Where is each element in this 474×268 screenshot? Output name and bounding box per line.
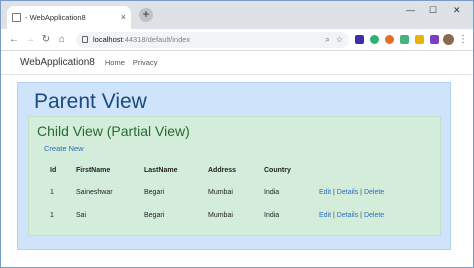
header-address: Address xyxy=(208,166,237,174)
home-icon[interactable]: ⌂ xyxy=(54,34,70,45)
forward-arrow-icon[interactable]: → xyxy=(22,34,38,45)
create-new-link[interactable]: Create New xyxy=(44,144,84,153)
cell-lastname: Begari xyxy=(144,212,165,219)
action-separator: | xyxy=(333,189,335,196)
action-separator: | xyxy=(360,189,362,196)
edit-link[interactable]: Edit xyxy=(319,189,331,196)
reload-icon[interactable]: ↻ xyxy=(38,34,54,45)
cell-id: 1 xyxy=(50,212,54,219)
extension-5-icon[interactable] xyxy=(415,35,424,44)
new-tab-button[interactable]: + xyxy=(139,8,153,22)
child-view-panel: Child View (Partial View) Create New Id … xyxy=(28,116,441,236)
page-content: Parent View Child View (Partial View) Cr… xyxy=(1,75,473,265)
zoom-icon[interactable]: ⌕ xyxy=(325,35,329,45)
cell-firstname: Sai xyxy=(76,212,87,219)
parent-view-title: Parent View xyxy=(34,90,147,113)
data-table: Id FirstName LastName Address Country 1 … xyxy=(41,159,439,227)
address-bar[interactable]: localhost :44318/default/index ⌕ ☆ xyxy=(76,31,349,48)
site-brand[interactable]: WebApplication8 xyxy=(20,57,95,68)
delete-link[interactable]: Delete xyxy=(364,212,384,219)
extension-2-icon[interactable] xyxy=(370,35,379,44)
menu-icon[interactable]: ⋮ xyxy=(458,34,468,45)
cell-id: 1 xyxy=(50,189,54,196)
site-navbar: WebApplication8 Home Privacy xyxy=(1,51,473,75)
header-country: Country xyxy=(264,166,291,174)
table-row: 1 Saineshwar Begari Mumbai India Edit | … xyxy=(41,181,439,204)
child-view-title: Child View (Partial View) xyxy=(37,123,190,139)
table-header-row: Id FirstName LastName Address Country xyxy=(41,159,439,181)
close-window-button[interactable]: ✕ xyxy=(453,5,461,16)
action-separator: | xyxy=(333,212,335,219)
delete-link[interactable]: Delete xyxy=(364,189,384,196)
url-host: localhost xyxy=(93,35,123,44)
nav-link-home[interactable]: Home xyxy=(105,58,125,67)
browser-window: - WebApplication8 × + — ☐ ✕ ← → ↻ ⌂ loca… xyxy=(0,0,474,268)
minimize-button[interactable]: — xyxy=(406,5,415,15)
tab-title: - WebApplication8 xyxy=(25,13,86,22)
url-path: :44318/default/index xyxy=(122,35,191,44)
page-favicon-icon xyxy=(12,13,21,22)
cell-address: Mumbai xyxy=(208,189,233,196)
details-link[interactable]: Details xyxy=(337,212,358,219)
cell-firstname: Saineshwar xyxy=(76,189,113,196)
lock-icon[interactable] xyxy=(82,36,88,43)
extension-4-icon[interactable] xyxy=(400,35,409,44)
profile-avatar[interactable] xyxy=(443,34,454,45)
edit-link[interactable]: Edit xyxy=(319,212,331,219)
cell-lastname: Begari xyxy=(144,189,165,196)
tab-close-icon[interactable]: × xyxy=(121,13,126,22)
extension-icons xyxy=(355,35,439,44)
details-link[interactable]: Details xyxy=(337,189,358,196)
cell-actions: Edit | Details | Delete xyxy=(319,204,439,227)
maximize-button[interactable]: ☐ xyxy=(429,5,437,16)
star-icon[interactable]: ☆ xyxy=(336,35,343,45)
cell-country: India xyxy=(264,189,280,196)
action-separator: | xyxy=(360,212,362,219)
header-firstname: FirstName xyxy=(76,166,111,174)
browser-tab[interactable]: - WebApplication8 × xyxy=(7,6,131,29)
cell-actions: Edit | Details | Delete xyxy=(319,181,439,204)
extension-1-icon[interactable] xyxy=(355,35,364,44)
back-arrow-icon[interactable]: ← xyxy=(6,34,22,45)
header-lastname: LastName xyxy=(144,166,178,174)
extension-6-icon[interactable] xyxy=(430,35,439,44)
extension-3-icon[interactable] xyxy=(385,35,394,44)
parent-view-panel: Parent View Child View (Partial View) Cr… xyxy=(17,82,451,250)
cell-address: Mumbai xyxy=(208,212,233,219)
header-actions xyxy=(319,159,439,181)
cell-country: India xyxy=(264,212,280,219)
nav-link-privacy[interactable]: Privacy xyxy=(133,58,158,67)
browser-toolbar: ← → ↻ ⌂ localhost :44318/default/index ⌕… xyxy=(1,29,473,51)
tab-strip: - WebApplication8 × + — ☐ ✕ xyxy=(1,1,473,29)
header-id: Id xyxy=(50,166,57,174)
table-row: 1 Sai Begari Mumbai India Edit | Details… xyxy=(41,204,439,227)
